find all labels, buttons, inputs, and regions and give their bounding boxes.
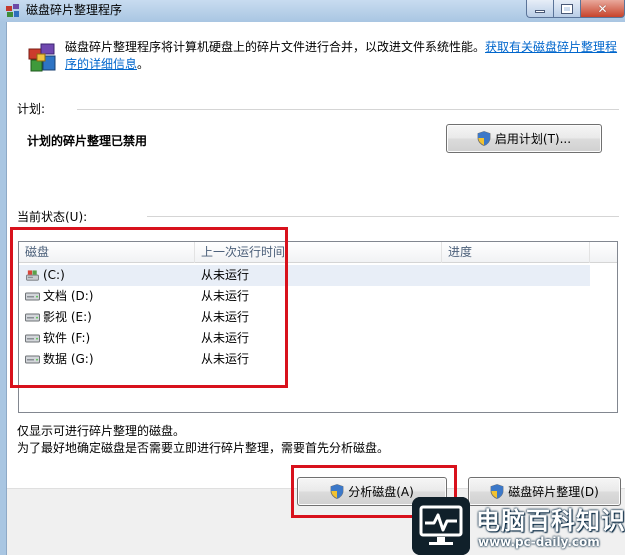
status-separator <box>147 216 619 217</box>
enable-schedule-button[interactable]: 启用计划(T)... <box>446 124 602 153</box>
note-line-1: 仅显示可进行碎片整理的磁盘。 <box>17 424 186 438</box>
maximize-icon <box>561 3 573 14</box>
monitor-logo-icon <box>412 497 470 555</box>
watermark: 电脑百科知识 www.pc-daily.com <box>412 497 625 555</box>
close-button[interactable]: ✕ <box>580 0 625 18</box>
disk-list-highlight <box>10 227 288 388</box>
description: 磁盘碎片整理程序将计算机硬盘上的碎片文件进行合并，以改进文件系统性能。获取有关磁… <box>65 39 620 73</box>
schedule-label: 计划: <box>17 102 46 116</box>
window-title: 磁盘碎片整理程序 <box>26 3 123 17</box>
note-line-2: 为了最好地确定磁盘是否需要立即进行碎片整理，需要首先分析磁盘。 <box>17 441 390 455</box>
current-status-label: 当前状态(U): <box>17 210 88 224</box>
close-icon: ✕ <box>597 1 608 16</box>
column-progress[interactable]: 进度 <box>442 242 590 263</box>
uac-shield-icon <box>477 131 491 146</box>
schedule-status: 计划的碎片整理已禁用 <box>27 134 148 148</box>
enable-schedule-label: 启用计划(T)... <box>494 132 572 146</box>
description-suffix: 。 <box>137 57 150 71</box>
defrag-app-icon <box>6 4 19 17</box>
minimize-button[interactable] <box>526 0 553 18</box>
schedule-separator <box>77 109 619 110</box>
title-bar: 磁盘碎片整理程序 ✕ <box>0 0 625 22</box>
defrag-large-icon <box>28 43 56 72</box>
minimize-icon <box>535 10 545 13</box>
watermark-url: www.pc-daily.com <box>478 535 600 549</box>
description-text: 磁盘碎片整理程序将计算机硬盘上的碎片文件进行合并，以改进文件系统性能。 <box>65 40 486 54</box>
watermark-title: 电脑百科知识 <box>476 507 625 535</box>
caption-buttons: ✕ <box>526 0 625 18</box>
maximize-button[interactable] <box>553 0 580 18</box>
